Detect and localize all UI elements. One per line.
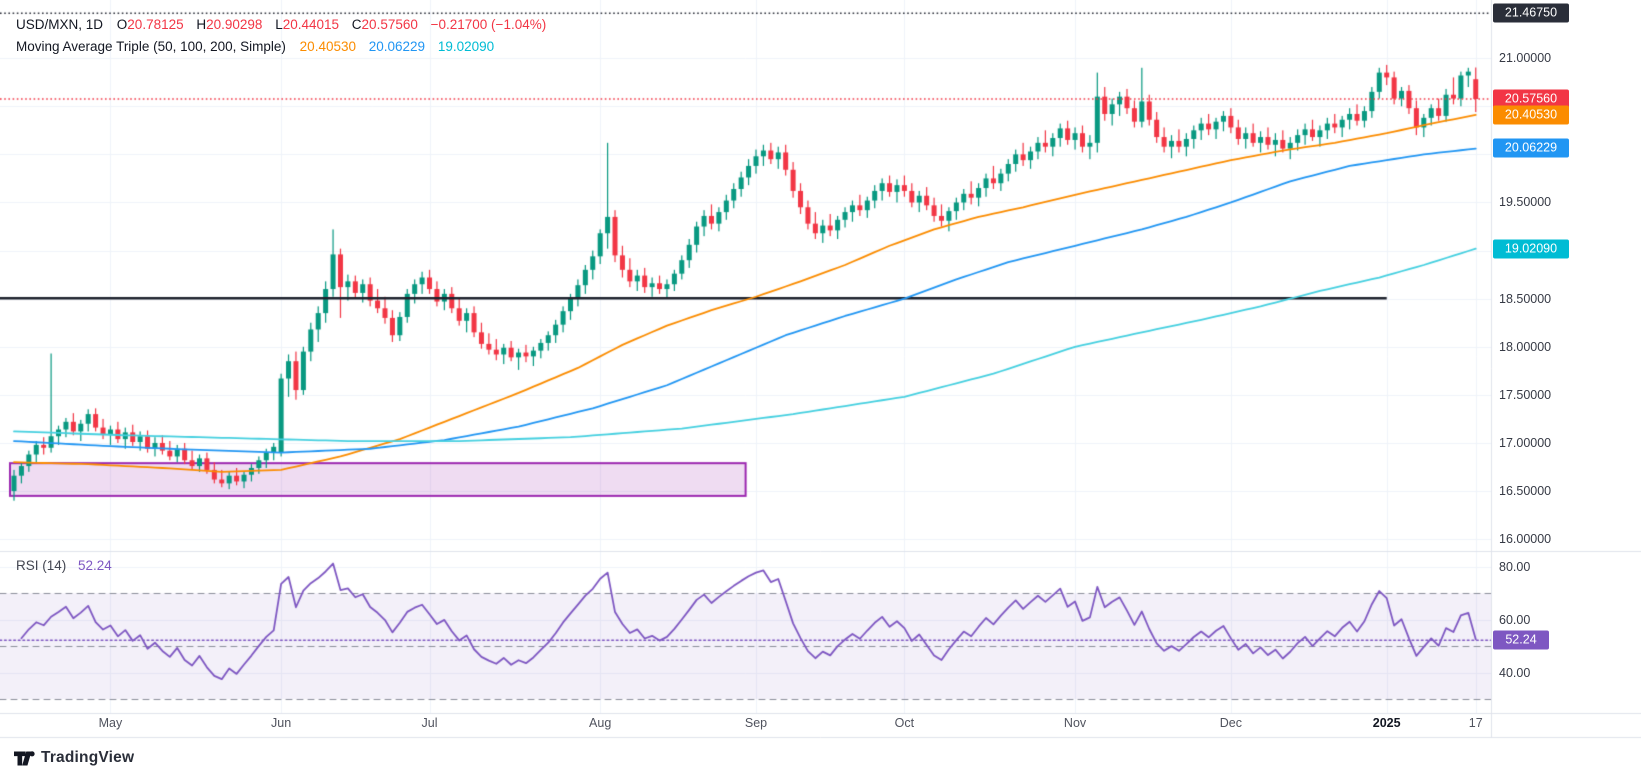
tradingview-logo[interactable]: TradingView — [14, 749, 134, 767]
rsi-value: 52.24 — [78, 558, 112, 573]
tradingview-chart-window: USD/MXN, 1D O20.78125 H20.90298 L20.4401… — [0, 0, 1641, 779]
tradingview-brand-text: TradingView — [41, 749, 134, 767]
symbol-title[interactable]: USD/MXN, 1D — [16, 17, 103, 32]
rsi-indicator-legend[interactable]: RSI (14) 52.24 — [16, 558, 112, 573]
rsi-label: RSI (14) — [16, 558, 66, 573]
price-chart-canvas[interactable] — [0, 0, 1641, 779]
tradingview-logo-icon — [14, 750, 35, 767]
